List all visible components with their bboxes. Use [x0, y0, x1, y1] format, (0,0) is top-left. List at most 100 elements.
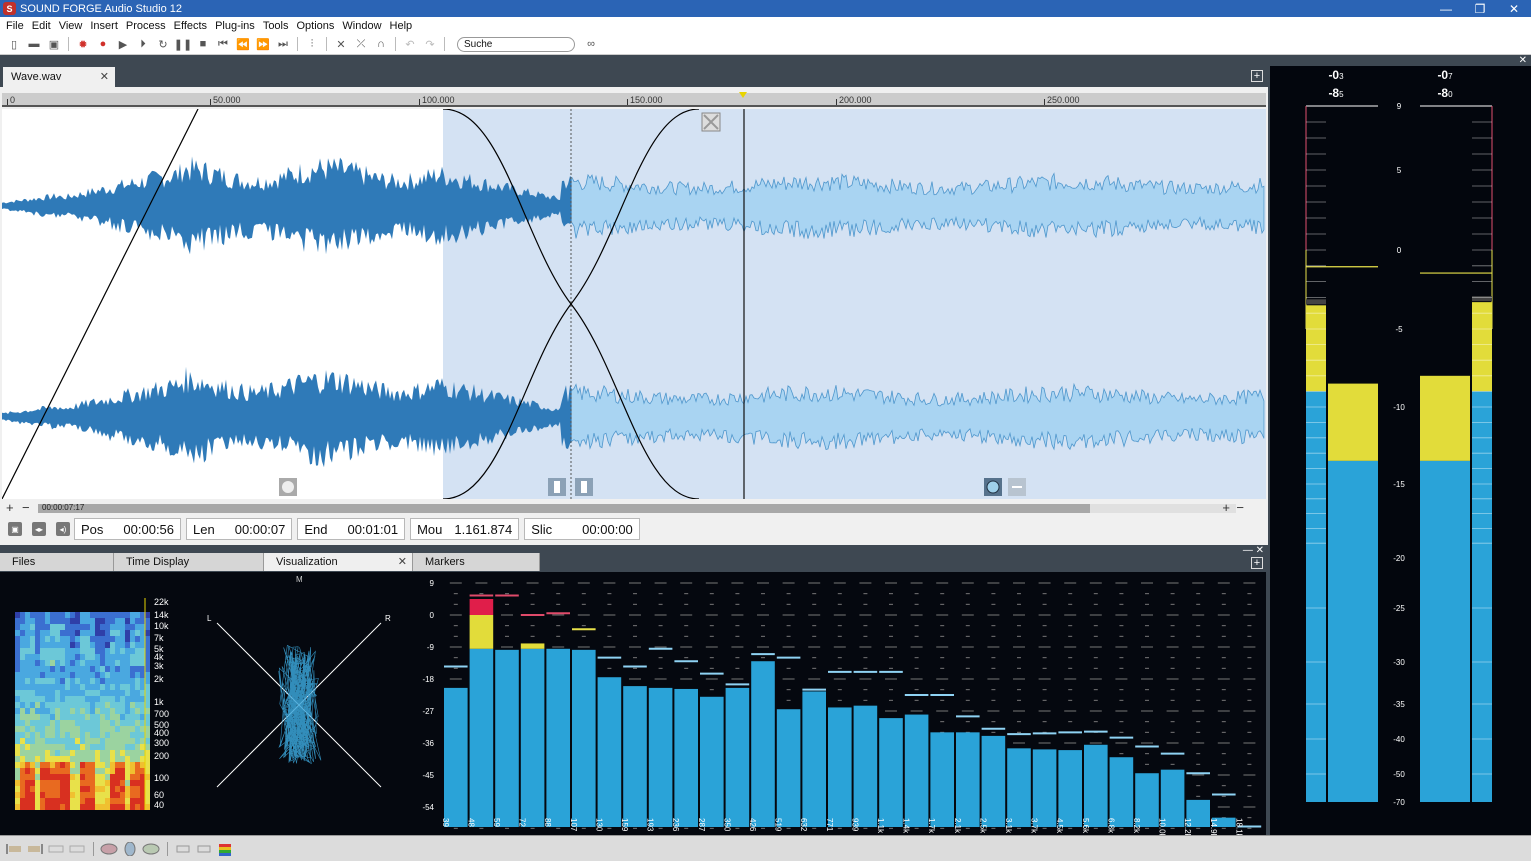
zoom-out-button[interactable]: − — [22, 500, 30, 515]
minimize-button[interactable]: — — [1429, 0, 1463, 17]
meters-close-icon[interactable]: ✕ — [1519, 55, 1527, 66]
redo-button[interactable]: ↷ — [420, 35, 440, 53]
menu-file[interactable]: File — [2, 20, 28, 32]
vertical-zoom-out-button[interactable]: − — [1236, 500, 1244, 515]
position-field[interactable]: Pos 00:00:56 — [74, 518, 182, 540]
playhead-marker[interactable] — [739, 92, 747, 98]
region-a-button[interactable] — [46, 841, 66, 857]
time-ruler[interactable]: 0 50.000 100.000 150.000 200.000 250.000 — [2, 92, 1266, 107]
scroll-track[interactable]: 00:00:07:17 — [38, 503, 1236, 513]
close-tab-icon[interactable]: ✕ — [100, 70, 109, 83]
mouse-field[interactable]: Mou 1.161.874 — [410, 518, 520, 540]
spectrogram-cell — [45, 612, 50, 618]
tab-files[interactable]: Files — [0, 553, 114, 571]
scroll-thumb[interactable]: 00:00:07:17 — [38, 503, 1090, 513]
channel-icon[interactable]: ◂▸ — [32, 522, 46, 536]
spectrogram-cell — [20, 708, 25, 714]
record-button[interactable]: ● — [93, 35, 113, 53]
menu-tools[interactable]: Tools — [259, 20, 293, 32]
save-button[interactable]: ▣ — [44, 35, 64, 53]
trim-right-button[interactable] — [25, 841, 45, 857]
menu-options[interactable]: Options — [293, 20, 339, 32]
end-field[interactable]: End 00:01:01 — [297, 518, 406, 540]
snap-button[interactable]: ∩ — [371, 35, 391, 53]
zoom-horizontal-button[interactable] — [99, 841, 119, 857]
spectrogram-cell — [130, 684, 135, 690]
search-input[interactable] — [457, 36, 575, 52]
zoom-fit-button[interactable] — [141, 841, 161, 857]
menu-insert[interactable]: Insert — [86, 20, 122, 32]
scroll-time-label: 00:00:07:17 — [42, 503, 85, 512]
menu-process[interactable]: Process — [122, 20, 170, 32]
loop-button[interactable]: ↻ — [153, 35, 173, 53]
spectrogram-cell — [140, 750, 145, 756]
spectrogram-cell — [145, 630, 150, 636]
rewind-button[interactable]: ⏪ — [233, 35, 253, 53]
close-button[interactable]: ✕ — [1497, 0, 1531, 17]
menu-plugins[interactable]: Plug-ins — [211, 20, 259, 32]
tab-time-display[interactable]: Time Display — [114, 553, 264, 571]
record-arm-button[interactable]: ✹ — [73, 35, 93, 53]
restore-button[interactable]: ❐ — [1463, 0, 1497, 17]
trim-left-button[interactable] — [4, 841, 24, 857]
maximize-window-button[interactable]: + — [1251, 70, 1263, 82]
crossfade-alt-button[interactable]: ⤫ — [351, 35, 371, 53]
spectrum-freq-label: 107 — [569, 818, 578, 832]
undo-icon: ↶ — [405, 38, 415, 51]
binoculars-button[interactable]: ∞ — [581, 35, 601, 53]
spectrogram-cell — [110, 744, 115, 750]
play-button[interactable]: ▶ — [113, 35, 133, 53]
peak-bar-yellow — [1472, 302, 1492, 392]
spectrogram-cell — [70, 642, 75, 648]
menu-effects[interactable]: Effects — [170, 20, 211, 32]
play-all-button[interactable]: ⏵ — [133, 35, 153, 53]
normalize-right-button[interactable] — [194, 841, 214, 857]
spectrogram-cell — [55, 690, 60, 696]
spectrum-freq-label: 939 — [850, 818, 859, 832]
region-b-button[interactable] — [67, 841, 87, 857]
close-tab-icon[interactable]: ✕ — [398, 555, 407, 568]
dock-maximize-button[interactable]: + — [1251, 557, 1263, 569]
slice-field[interactable]: Slic 00:00:00 — [524, 518, 640, 540]
open-button[interactable]: ▬ — [24, 35, 44, 53]
menu-edit[interactable]: Edit — [28, 20, 55, 32]
stop-button[interactable]: ■ — [193, 35, 213, 53]
document-tab[interactable]: Wave.wav ✕ — [3, 67, 115, 87]
dock-close-icon[interactable]: ✕ — [1256, 545, 1264, 556]
spectrum-band: 72 — [518, 614, 545, 827]
crossfade-button[interactable]: ✕ — [331, 35, 351, 53]
crossfade-type-handle — [701, 112, 721, 132]
normalize-left-button[interactable] — [173, 841, 193, 857]
waveform-view[interactable] — [2, 109, 1266, 499]
dock-minimize-icon[interactable]: — — [1243, 545, 1256, 556]
length-field[interactable]: Len 00:00:07 — [186, 518, 293, 540]
tab-markers[interactable]: Markers — [413, 553, 540, 571]
menu-help[interactable]: Help — [386, 20, 417, 32]
spectrogram-cell — [25, 696, 30, 702]
lock-icon[interactable]: ▣ — [8, 522, 22, 536]
go-to-end-button[interactable]: ⏭ — [273, 35, 293, 53]
undo-button[interactable]: ↶ — [400, 35, 420, 53]
vertical-zoom-in-button[interactable]: + — [1222, 500, 1230, 515]
spectrogram-cell — [15, 804, 20, 810]
fast-forward-button[interactable]: ⏩ — [253, 35, 273, 53]
tab-visualization[interactable]: Visualization ✕ — [264, 553, 413, 571]
speaker-icon[interactable]: ◂) — [56, 522, 70, 536]
spectrogram-cell — [65, 678, 70, 684]
spectrum-bar — [444, 687, 468, 827]
spectrum-freq-label: 4.5k — [1055, 818, 1064, 834]
zoom-in-button[interactable]: + — [6, 500, 14, 515]
pause-button[interactable]: ❚❚ — [173, 35, 193, 53]
spectrogram-cell — [80, 636, 85, 642]
zoom-vertical-button[interactable] — [120, 841, 140, 857]
menu-window[interactable]: Window — [338, 20, 385, 32]
spectrum-view-button[interactable] — [215, 841, 235, 857]
split-button[interactable]: ⫶ — [302, 35, 322, 53]
new-file-button[interactable]: ▯ — [4, 35, 24, 53]
spectrogram-cell — [45, 768, 50, 774]
spectrogram-cell — [60, 798, 65, 804]
go-to-start-button[interactable]: ⏮ — [213, 35, 233, 53]
horizontal-scrollbar[interactable]: + − 00:00:07:17 + − — [2, 500, 1266, 515]
menu-view[interactable]: View — [55, 20, 87, 32]
spectrogram-cell — [85, 714, 90, 720]
